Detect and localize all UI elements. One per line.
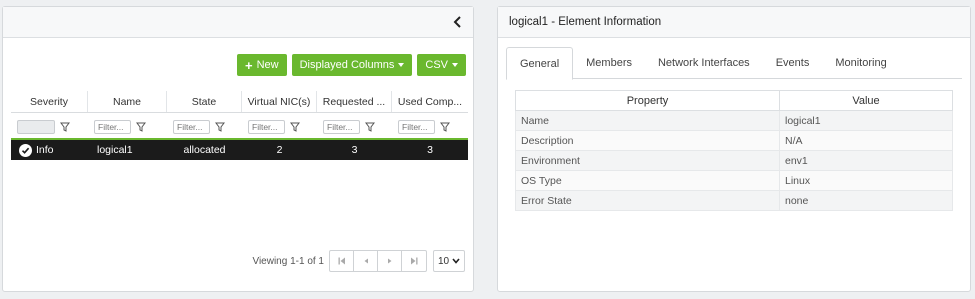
page-size-value: 10	[438, 255, 450, 267]
collapse-panel-button[interactable]	[451, 14, 465, 30]
next-page-icon	[387, 258, 391, 264]
property-value: Linux	[779, 170, 953, 191]
property-key: Name	[515, 110, 780, 131]
vnics-cell: 2	[276, 144, 283, 156]
value-column-header: Value	[779, 90, 953, 111]
pagination: Viewing 1-1 of 1 10	[252, 250, 465, 272]
tab-network-interfaces[interactable]: Network Interfaces	[645, 47, 763, 79]
check-circle-icon	[19, 143, 32, 157]
displayed-columns-button[interactable]: Displayed Columns	[291, 54, 413, 76]
page-size-select[interactable]: 10	[433, 250, 465, 272]
used-filter-input[interactable]	[398, 120, 435, 134]
elements-panel: + New Displayed Columns CSV Severity Nam…	[2, 6, 474, 292]
filter-icon[interactable]	[215, 122, 225, 132]
pager-buttons	[329, 250, 427, 272]
table-row[interactable]: Info logical1 allocated 2 3 3	[11, 140, 468, 160]
filter-cell-state	[167, 116, 242, 138]
info-tabs: General Members Network Interfaces Event…	[506, 47, 962, 80]
property-value: N/A	[779, 130, 953, 151]
property-row: Environment env1	[515, 150, 953, 171]
property-row: OS Type Linux	[515, 170, 953, 191]
filter-row	[11, 116, 468, 140]
severity-value: Info	[36, 144, 54, 156]
name-cell: logical1	[97, 144, 133, 156]
state-filter-input[interactable]	[173, 120, 210, 134]
column-header-requested[interactable]: Requested ...	[317, 91, 392, 112]
column-header-name[interactable]: Name	[88, 91, 167, 112]
next-page-button[interactable]	[378, 251, 402, 271]
property-row: Name logical1	[515, 110, 953, 131]
severity-cell: Info	[11, 140, 88, 160]
csv-label: CSV	[425, 59, 448, 71]
used-cell: 3	[427, 144, 433, 156]
element-info-panel: logical1 - Element Information General M…	[497, 6, 971, 292]
property-key: Environment	[515, 150, 780, 171]
tab-monitoring[interactable]: Monitoring	[822, 47, 899, 79]
name-filter-input[interactable]	[94, 120, 131, 134]
tab-general[interactable]: General	[506, 47, 574, 80]
prev-page-button[interactable]	[354, 251, 378, 271]
property-row: Error State none	[515, 190, 953, 211]
filter-cell-virtual-nics	[242, 116, 317, 138]
viewing-count: Viewing 1-1 of 1	[252, 255, 324, 267]
requested-cell: 3	[351, 144, 358, 156]
property-key: Description	[515, 130, 780, 151]
vnics-filter-input[interactable]	[248, 120, 285, 134]
element-info-header: logical1 - Element Information	[498, 7, 970, 38]
new-button-label: New	[256, 59, 279, 71]
property-value: logical1	[779, 110, 953, 131]
elements-table: Severity Name State Virtual NIC(s) Reque…	[11, 91, 468, 160]
column-header-state[interactable]: State	[167, 91, 242, 112]
column-header-severity[interactable]: Severity	[11, 91, 88, 112]
filter-cell-severity	[11, 116, 88, 138]
table-header-row: Severity Name State Virtual NIC(s) Reque…	[11, 91, 468, 113]
filter-icon[interactable]	[290, 122, 300, 132]
chevron-down-icon	[452, 258, 460, 264]
tab-events[interactable]: Events	[763, 47, 823, 79]
chevron-left-icon	[453, 16, 461, 28]
filter-icon[interactable]	[365, 122, 375, 132]
filter-cell-requested	[317, 116, 392, 138]
property-value: none	[779, 190, 953, 211]
tab-members[interactable]: Members	[573, 47, 645, 79]
state-cell: allocated	[183, 144, 226, 156]
properties-table: Property Value Name logical1 Description…	[515, 90, 953, 211]
plus-icon: +	[245, 57, 253, 73]
caret-down-icon	[398, 63, 405, 67]
last-page-icon	[411, 257, 418, 265]
properties-header-row: Property Value	[515, 90, 953, 111]
elements-panel-header	[3, 7, 473, 38]
displayed-columns-label: Displayed Columns	[299, 59, 395, 71]
new-button[interactable]: + New	[237, 54, 287, 76]
property-key: Error State	[515, 190, 780, 211]
property-column-header: Property	[515, 90, 780, 111]
prev-page-icon	[364, 258, 368, 264]
filter-cell-used-compute	[392, 116, 468, 138]
severity-filter-select[interactable]	[17, 120, 55, 134]
filter-icon[interactable]	[60, 122, 70, 132]
last-page-button[interactable]	[402, 251, 426, 271]
filter-icon[interactable]	[136, 122, 146, 132]
panel-title: logical1 - Element Information	[509, 16, 662, 28]
csv-button[interactable]: CSV	[417, 54, 466, 76]
property-key: OS Type	[515, 170, 780, 191]
property-value: env1	[779, 150, 953, 171]
requested-filter-input[interactable]	[323, 120, 360, 134]
column-header-virtual-nics[interactable]: Virtual NIC(s)	[242, 91, 317, 112]
column-header-used-compute[interactable]: Used Comp...	[392, 91, 468, 112]
caret-down-icon	[452, 63, 458, 67]
filter-icon[interactable]	[440, 122, 450, 132]
first-page-button[interactable]	[330, 251, 354, 271]
property-row: Description N/A	[515, 130, 953, 151]
table-toolbar: + New Displayed Columns CSV	[237, 54, 466, 76]
first-page-icon	[338, 257, 345, 265]
filter-cell-name	[88, 116, 167, 138]
